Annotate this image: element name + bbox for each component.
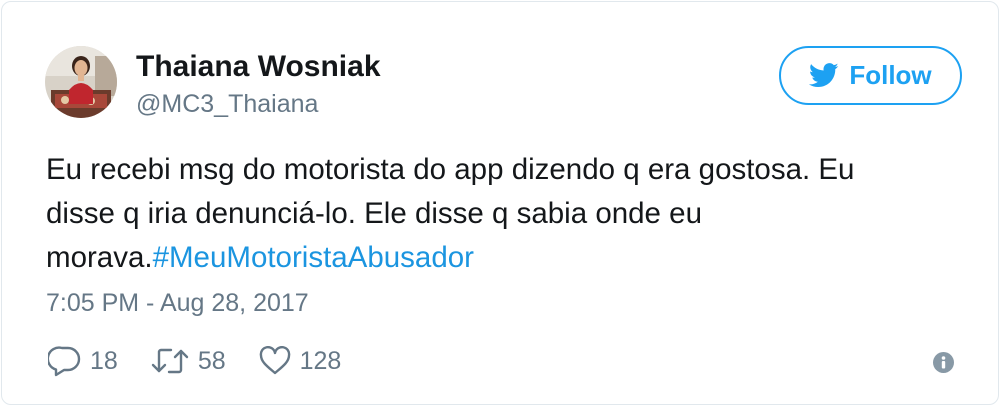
avatar-photo: [45, 46, 117, 118]
user-name[interactable]: Thaiana Wosniak: [136, 49, 381, 85]
info-button[interactable]: [933, 352, 954, 373]
info-icon: [941, 356, 946, 369]
follow-label: Follow: [849, 60, 932, 90]
reply-icon: [48, 346, 81, 377]
reply-count: 18: [90, 347, 118, 375]
like-button[interactable]: 128: [258, 346, 342, 376]
tweet-actions: 18 58 128: [48, 343, 373, 379]
hashtag-link[interactable]: #MeuMotoristaAbusador: [153, 241, 474, 274]
tweet-text-line: disse q iria denunciá-lo. Ele disse q sa…: [46, 197, 702, 230]
tweet-text-line: Eu recebi msg do motorista do app dizend…: [46, 153, 855, 186]
tweet-text-fragment: morava.: [46, 241, 153, 274]
tweet-card: Thaiana Wosniak @MC3_Thaiana Follow Eu r…: [1, 1, 999, 405]
retweet-count: 58: [197, 347, 226, 375]
user-handle[interactable]: @MC3_Thaiana: [136, 89, 318, 119]
heart-icon: [259, 346, 290, 375]
retweet-icon: [151, 348, 189, 374]
tweet-text-line: morava.#MeuMotoristaAbusador: [46, 236, 966, 280]
tweet-text: Eu recebi msg do motorista do app dizend…: [46, 148, 966, 280]
follow-button[interactable]: Follow: [779, 46, 962, 105]
retweet-button[interactable]: 58: [150, 346, 226, 376]
reply-button[interactable]: 18: [48, 345, 118, 377]
tweet-timestamp[interactable]: 7:05 PM - Aug 28, 2017: [46, 288, 309, 318]
avatar[interactable]: [45, 46, 117, 118]
like-count: 128: [299, 347, 342, 375]
twitter-bird-icon: [809, 63, 839, 87]
